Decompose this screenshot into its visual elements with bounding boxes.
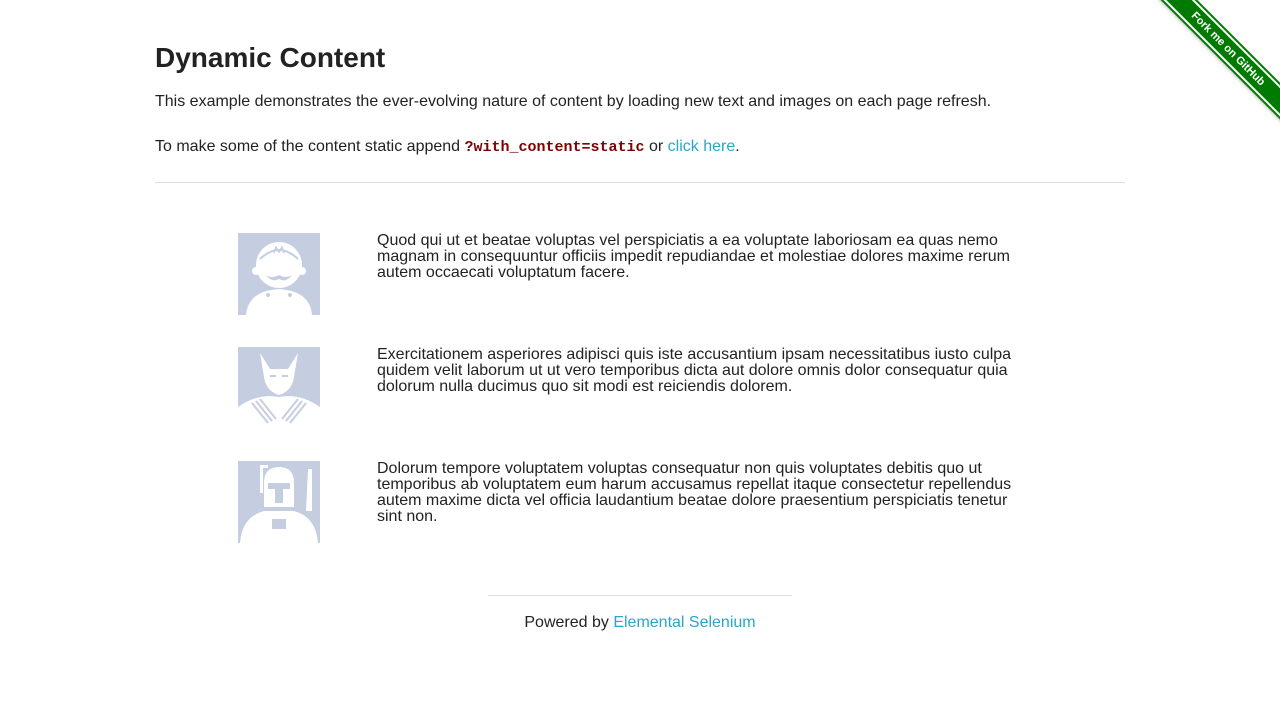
header-divider bbox=[155, 182, 1125, 183]
elemental-selenium-link[interactable]: Elemental Selenium bbox=[613, 614, 755, 631]
static-query-code: ?with_content=static bbox=[464, 139, 645, 156]
content-text: Quod qui ut et beatae voluptas vel persp… bbox=[377, 232, 1010, 281]
static-instructions: To make some of the content static appen… bbox=[155, 136, 1125, 159]
page-description: This example demonstrates the ever-evolv… bbox=[155, 93, 992, 110]
static-prefix-text: To make some of the content static appen… bbox=[155, 138, 465, 155]
dynamic-content-list: Quod qui ut et beatae voluptas vel persp… bbox=[238, 233, 1038, 575]
mario-avatar-icon bbox=[238, 233, 320, 315]
content-text: Exercitationem asperiores adipisci quis … bbox=[377, 346, 1012, 395]
fork-me-on-github-ribbon[interactable]: Fork me on GitHub bbox=[1149, 0, 1280, 128]
page-footer: Powered by Elemental Selenium bbox=[488, 613, 792, 633]
static-suffix-text: . bbox=[735, 138, 740, 155]
wolverine-avatar-icon bbox=[238, 347, 320, 429]
main-content: Dynamic Content This example demonstrate… bbox=[155, 0, 1125, 183]
page-title: Dynamic Content bbox=[155, 42, 386, 73]
content-text: Dolorum tempore voluptatem voluptas cons… bbox=[377, 460, 1012, 525]
bounty-hunter-avatar-icon bbox=[238, 461, 320, 543]
content-row: Dolorum tempore voluptatem voluptas cons… bbox=[238, 461, 1038, 543]
footer-prefix: Powered by bbox=[524, 614, 614, 631]
content-row: Quod qui ut et beatae voluptas vel persp… bbox=[238, 233, 1038, 315]
github-ribbon-container: Fork me on GitHub bbox=[1140, 0, 1280, 140]
page: Fork me on GitHub Dynamic Content This e… bbox=[0, 0, 1280, 720]
content-row: Exercitationem asperiores adipisci quis … bbox=[238, 347, 1038, 429]
static-mid-text: or bbox=[644, 138, 668, 155]
click-here-link[interactable]: click here bbox=[668, 138, 736, 155]
footer-divider bbox=[488, 595, 792, 596]
